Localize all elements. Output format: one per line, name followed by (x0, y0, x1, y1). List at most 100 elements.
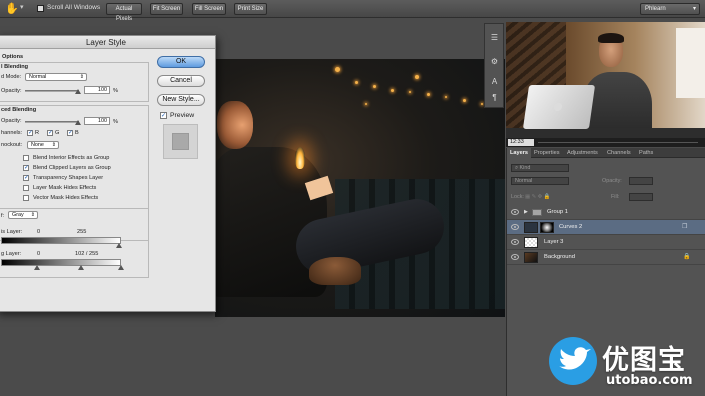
layer-row-curves-2[interactable]: Curves 2 ❐ (507, 220, 705, 235)
this-layer-gradient (1, 237, 121, 244)
layer-style-dialog: Layer Style Options l Blending d Mode: N… (0, 35, 216, 312)
history-icon[interactable]: ☰ (489, 32, 500, 43)
blend-clipped-label: Blend Clipped Layers as Group (33, 165, 111, 171)
channel-g-checkbox[interactable]: ✓ (47, 130, 53, 136)
curves-adjustment-icon (524, 222, 538, 233)
chevron-down-icon: ▾ (692, 6, 696, 12)
bokeh-light (365, 103, 367, 105)
new-style-button[interactable]: New Style... (157, 94, 205, 106)
this-layer-white-knob[interactable] (116, 243, 122, 248)
underlying-black-knob[interactable] (34, 265, 40, 270)
bokeh-light (463, 99, 466, 102)
layer-style-badge-icon[interactable]: ❐ (682, 220, 687, 235)
visibility-eye-icon[interactable] (511, 239, 519, 245)
cancel-button[interactable]: Cancel (157, 75, 205, 87)
hand-tool-icon[interactable]: ✋ (5, 3, 19, 15)
tool-preset-dropdown-icon[interactable]: ▾ (20, 3, 24, 11)
tab-paths[interactable]: Paths (636, 148, 656, 158)
vector-mask-hides-checkbox[interactable] (23, 195, 29, 201)
this-layer-min: 0 (37, 229, 41, 235)
fill-opacity-slider[interactable] (25, 121, 79, 123)
style-preview-swatch (163, 124, 198, 159)
blend-if-label: f: (1, 213, 5, 219)
layer-mask-hides-label: Layer Mask Hides Effects (33, 185, 97, 191)
layer-filter-select[interactable]: ⌕ Kind (511, 164, 569, 172)
layer-name: Group 1 (547, 209, 568, 215)
advanced-blending-heading: ced Blending (1, 107, 37, 113)
fill-opacity-label: Opacity: (1, 118, 22, 124)
video-timebar: 12:33 (506, 138, 705, 147)
bokeh-light (335, 67, 340, 72)
paragraph-icon[interactable]: ¶ (489, 92, 500, 103)
opacity-slider-knob[interactable] (75, 89, 81, 94)
this-layer-label: is Layer: (1, 229, 23, 235)
fill-screen-button[interactable]: Fill Screen (192, 3, 226, 15)
opacity-input[interactable]: 100 (84, 86, 110, 94)
layer-row-group-1[interactable]: ▶ Group 1 (507, 205, 705, 220)
scroll-all-windows-checkbox[interactable] (37, 5, 44, 12)
layer-opacity-input[interactable] (629, 177, 653, 185)
video-progress-track[interactable] (538, 142, 698, 143)
blend-clipped-checkbox[interactable]: ✓ (23, 165, 29, 171)
watermark-brand: 优图宝 (602, 345, 686, 376)
blend-mode-select[interactable]: Normal ⇕ (25, 73, 87, 81)
opacity-slider[interactable] (25, 90, 79, 92)
layer-thumbnail (524, 237, 538, 248)
tab-adjustments[interactable]: Adjustments (564, 148, 601, 158)
percent-label: % (113, 88, 118, 94)
blend-if-select[interactable]: Gray ⇕ (8, 211, 38, 219)
layer-fill-input[interactable] (629, 193, 653, 201)
preview-checkbox[interactable]: ✓ (160, 112, 167, 119)
layer-row-layer-3[interactable]: Layer 3 (507, 235, 705, 250)
layer-mask-thumbnail[interactable] (540, 222, 554, 233)
fill-opacity-input[interactable]: 100 (84, 117, 110, 125)
blend-interior-label: Blend Interior Effects as Group (33, 155, 110, 161)
underlying-split-knob[interactable] (78, 265, 84, 270)
layer-blend-mode-select[interactable]: Normal (511, 177, 569, 185)
transparency-shapes-checkbox[interactable]: ✓ (23, 175, 29, 181)
tab-channels[interactable]: Channels (604, 148, 634, 158)
chevron-updown-icon: ⇕ (51, 142, 56, 148)
bokeh-light (409, 91, 411, 93)
document-canvas[interactable] (215, 59, 505, 317)
underlying-layer-label: g Layer: (1, 251, 22, 257)
channel-b-label: B (75, 130, 79, 136)
blend-mode-value: Normal (29, 74, 47, 80)
disclosure-triangle-icon[interactable]: ▶ (524, 205, 528, 220)
channels-label: hannels: (1, 130, 23, 136)
visibility-eye-icon[interactable] (511, 224, 519, 230)
properties-icon[interactable]: ⚙ (489, 56, 500, 67)
tab-layers[interactable]: Layers (507, 148, 532, 158)
this-layer-max: 255 (77, 229, 87, 235)
visibility-eye-icon[interactable] (511, 254, 519, 260)
layer-row-background[interactable]: Background 🔒 (507, 250, 705, 265)
tab-properties[interactable]: Properties (531, 148, 563, 158)
knockout-label: nockout: (1, 142, 23, 148)
character-icon[interactable]: A (489, 76, 500, 87)
channel-b-checkbox[interactable]: ✓ (67, 130, 73, 136)
general-blending-heading: l Blending (1, 64, 29, 70)
layer-thumbnail (524, 252, 538, 263)
dialog-title: Layer Style (0, 36, 215, 49)
visibility-eye-icon[interactable] (511, 209, 519, 215)
fill-opacity-slider-knob[interactable] (75, 120, 81, 125)
workspace-menu[interactable]: Phlearn ▾ (640, 3, 700, 15)
layer-mask-hides-checkbox[interactable] (23, 185, 29, 191)
channel-r-checkbox[interactable]: ✓ (27, 130, 33, 136)
fill-label: Fill: (611, 194, 620, 200)
blend-row: Normal Opacity: (507, 175, 705, 186)
blend-interior-checkbox[interactable] (23, 155, 29, 161)
preview-swatch-inner (172, 133, 189, 150)
lock-icons[interactable]: ▦ ✎ ✥ 🔒 (525, 193, 550, 201)
panel-tabs: Layers Properties Adjustments Channels P… (507, 148, 705, 158)
knockout-select[interactable]: None ⇕ (27, 141, 59, 149)
fit-screen-button[interactable]: Fit Screen (150, 3, 183, 15)
scroll-all-windows-label: Scroll All Windows (47, 4, 101, 11)
filter-kind-label: Kind (519, 165, 531, 171)
actual-pixels-button[interactable]: Actual Pixels (106, 3, 142, 22)
opacity-label: Opacity: (1, 88, 22, 94)
underlying-white-knob[interactable] (118, 265, 124, 270)
print-size-button[interactable]: Print Size (234, 3, 267, 15)
watermark: 优图宝 utobao.com (548, 336, 705, 396)
ok-button[interactable]: OK (157, 56, 205, 68)
